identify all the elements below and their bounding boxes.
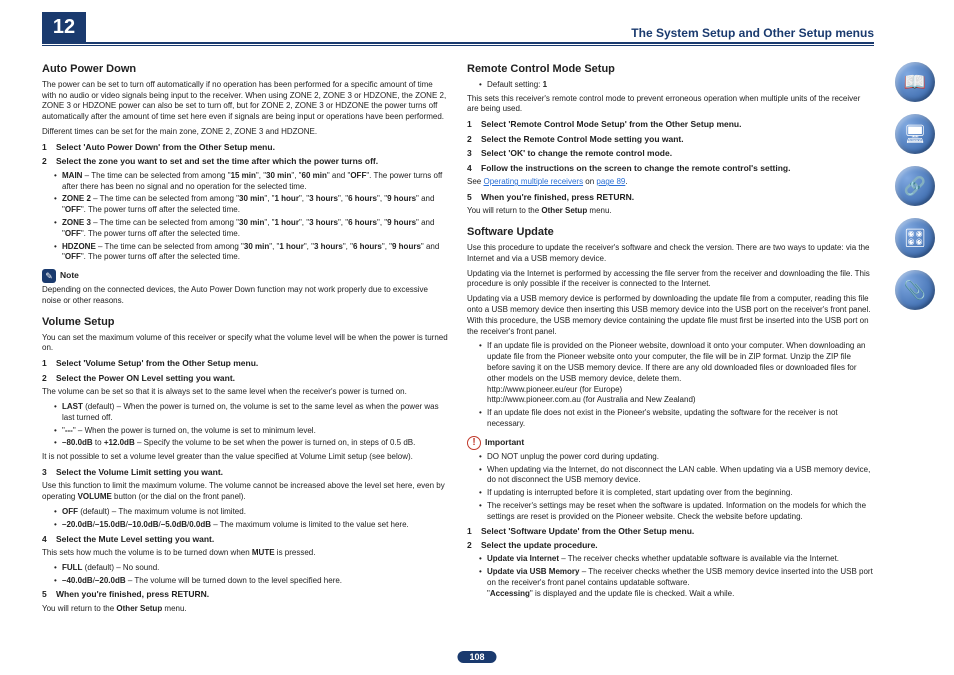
sw-important-bullets: DO NOT unplug the power cord during upda… (467, 452, 874, 523)
step: 2Select the Remote Control Mode setting … (467, 134, 874, 145)
bullet: If updating is interrupted before it is … (479, 488, 874, 499)
note-header: ✎ Note (42, 269, 449, 283)
note-label: Note (60, 270, 79, 281)
remote-default: Default setting: 1 (467, 80, 874, 91)
bullet: Update via USB Memory – The receiver che… (479, 567, 874, 599)
remote-see: See Operating multiple receivers on page… (467, 177, 874, 188)
append-icon[interactable]: 📎 (895, 270, 935, 310)
vol-bullets3: OFF (default) – The maximum volume is no… (42, 507, 449, 531)
header-rule-thin (42, 45, 874, 46)
vol-bullets4: FULL (default) – No sound. –40.0dB/–20.0d… (42, 563, 449, 587)
bullet: Update via Internet – The receiver check… (479, 554, 874, 565)
link-page-89[interactable]: page 89 (596, 177, 625, 186)
heading-software-update: Software Update (467, 225, 874, 240)
remote-steps: 1Select 'Remote Control Mode Setup' from… (467, 119, 874, 174)
bullet: HDZONE – The time can be selected from a… (54, 242, 449, 264)
vol-step3: 3Select the Volume Limit setting you wan… (42, 467, 449, 478)
footer-page-number: 108 (457, 651, 496, 663)
vol-p5: This sets how much the volume is to be t… (42, 548, 449, 559)
vol-step1: 1Select 'Volume Setup' from the Other Se… (42, 358, 449, 369)
step: 2Select the zone you want to set and set… (42, 156, 449, 167)
heading-volume-setup: Volume Setup (42, 315, 449, 330)
vol-p6: You will return to the Other Setup menu. (42, 604, 449, 615)
important-header: ! Important (467, 436, 874, 450)
step: 1Select 'Remote Control Mode Setup' from… (467, 119, 874, 130)
vol-step2: 2Select the Power ON Level setting you w… (42, 373, 449, 384)
bullet: If an update file does not exist in the … (479, 408, 874, 430)
network-icon[interactable]: 🔗 (895, 166, 935, 206)
bullet: –40.0dB/–20.0dB – The volume will be tur… (54, 576, 449, 587)
page-title: The System Setup and Other Setup menus (631, 26, 874, 40)
sw-p1: Use this procedure to update the receive… (467, 243, 874, 265)
vol-step5: 5When you're finished, press RETURN. (42, 589, 449, 600)
sw-p3: Updating via a USB memory device is perf… (467, 294, 874, 337)
step: 1Select 'Auto Power Down' from the Other… (42, 142, 449, 153)
bullet: LAST (default) – When the power is turne… (54, 402, 449, 424)
apd-steps: 1Select 'Auto Power Down' from the Other… (42, 142, 449, 168)
sw-step2: 2Select the update procedure. (467, 540, 874, 551)
bullet: "---" – When the power is turned on, the… (54, 426, 449, 437)
bullet: FULL (default) – No sound. (54, 563, 449, 574)
bullet: ZONE 3 – The time can be selected from a… (54, 218, 449, 240)
link-operating-multiple[interactable]: Operating multiple receivers (483, 177, 583, 186)
vol-intro: You can set the maximum volume of this r… (42, 333, 449, 355)
bullet: MAIN – The time can be selected from amo… (54, 171, 449, 193)
content-area: Auto Power Down The power can be set to … (42, 62, 874, 619)
heading-remote: Remote Control Mode Setup (467, 62, 874, 77)
vol-p2: The volume can be set so that it is alwa… (42, 387, 449, 398)
step: 4Follow the instructions on the screen t… (467, 163, 874, 174)
vol-bullets2: LAST (default) – When the power is turne… (42, 402, 449, 449)
bullet: OFF (default) – The maximum volume is no… (54, 507, 449, 518)
bullet: The receiver's settings may be reset whe… (479, 501, 874, 523)
apd-note: Depending on the connected devices, the … (42, 285, 449, 307)
vol-p3: It is not possible to set a volume level… (42, 452, 449, 463)
apd-intro: The power can be set to turn off automat… (42, 80, 449, 123)
bullet: DO NOT unplug the power cord during upda… (479, 452, 874, 463)
sw-bullets1: If an update file is provided on the Pio… (467, 341, 874, 429)
remote-p1: This sets this receiver's remote control… (467, 94, 874, 116)
bullet: –20.0dB/–15.0dB/–10.0dB/–5.0dB/0.0dB – T… (54, 520, 449, 531)
important-label: Important (485, 437, 524, 448)
vol-p4: Use this function to limit the maximum v… (42, 481, 449, 503)
left-column: Auto Power Down The power can be set to … (42, 62, 449, 619)
bullet: –80.0dB to +12.0dB – Specify the volume … (54, 438, 449, 449)
vol-step4: 4Select the Mute Level setting you want. (42, 534, 449, 545)
remote-icon[interactable]: 🎛 (895, 218, 935, 258)
apd-intro2: Different times can be set for the main … (42, 127, 449, 138)
remote-p2: You will return to the Other Setup menu. (467, 206, 874, 217)
book-icon[interactable]: 📖 (895, 62, 935, 102)
header-rule (42, 42, 874, 44)
devices-icon[interactable]: 🖥 (895, 114, 935, 154)
note-icon: ✎ (42, 269, 56, 283)
page-number-box: 12 (42, 12, 86, 42)
heading-auto-power-down: Auto Power Down (42, 62, 449, 77)
sw-p2: Updating via the Internet is performed b… (467, 269, 874, 291)
bullet: When updating via the Internet, do not d… (479, 465, 874, 487)
right-column: Remote Control Mode Setup Default settin… (467, 62, 874, 619)
sw-step1: 1Select 'Software Update' from the Other… (467, 526, 874, 537)
bullet: If an update file is provided on the Pio… (479, 341, 874, 406)
sw-bullets2: Update via Internet – The receiver check… (467, 554, 874, 599)
step: 3Select 'OK' to change the remote contro… (467, 148, 874, 159)
bullet: ZONE 2 – The time can be selected from a… (54, 194, 449, 216)
remote-step5: 5When you're finished, press RETURN. (467, 192, 874, 203)
apd-bullets: MAIN – The time can be selected from amo… (42, 171, 449, 263)
important-icon: ! (467, 436, 481, 450)
sidebar-icons: 📖 🖥 🔗 🎛 📎 (890, 62, 940, 310)
